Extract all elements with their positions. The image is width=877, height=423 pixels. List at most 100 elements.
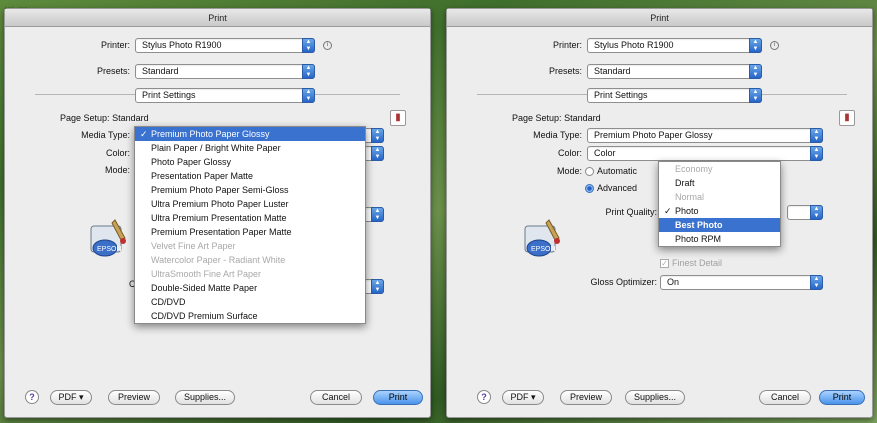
mode-label: Mode: — [104, 165, 130, 175]
advanced-label: Advanced — [597, 183, 638, 193]
page-setup-row: Page Setup: Standard — [512, 113, 601, 123]
ink-levels-icon[interactable]: ▮ — [390, 110, 406, 126]
cancel-button[interactable]: Cancel — [310, 390, 362, 405]
presets-value: Standard — [594, 66, 631, 76]
presets-popup[interactable]: Standard ▲ ▼ — [587, 64, 762, 79]
popup-arrows-icon: ▲ ▼ — [371, 128, 384, 143]
menu-item-disabled: Watercolor Paper - Radiant White — [151, 255, 286, 265]
presets-popup[interactable]: Standard ▲ ▼ — [135, 64, 315, 79]
print-quality-menu: Economy Draft Normal ✓ Photo Best Photo P… — [658, 161, 781, 247]
popup-arrows-icon: ▲ ▼ — [810, 205, 823, 220]
menu-item[interactable]: ✓ Photo — [659, 204, 780, 218]
pdf-button[interactable]: PDF ▾ — [50, 390, 92, 405]
popup-arrows-icon: ▲ ▼ — [302, 88, 315, 103]
printer-info-icon[interactable]: i — [770, 41, 779, 50]
print-button[interactable]: Print — [819, 390, 865, 405]
help-button[interactable]: ? — [477, 390, 491, 404]
popup-arrows-icon: ▲ ▼ — [749, 64, 762, 79]
menu-item[interactable]: Premium Photo Paper Semi-Gloss — [135, 183, 365, 197]
printer-label: Printer: — [100, 40, 130, 50]
print-dialog-left: Print Printer: Stylus Photo R1900 ▲ ▼ i P… — [4, 8, 431, 418]
print-quality-label: Print Quality: — [605, 207, 657, 217]
preview-button[interactable]: Preview — [560, 390, 612, 405]
media-type-value: Premium Photo Paper Glossy — [594, 130, 713, 140]
printer-label: Printer: — [552, 40, 582, 50]
popup-arrows-icon: ▲ ▼ — [371, 207, 384, 222]
popup-arrows-icon: ▲ ▼ — [371, 146, 384, 161]
color-value: Color — [594, 148, 616, 158]
printer-popup[interactable]: Stylus Photo R1900 ▲ ▼ — [587, 38, 762, 53]
menu-item[interactable]: Premium Presentation Paper Matte — [135, 225, 365, 239]
menu-item-disabled: UltraSmooth Fine Art Paper — [151, 269, 262, 279]
menu-item[interactable]: Plain Paper / Bright White Paper — [135, 141, 365, 155]
dialog-title: Print — [447, 9, 872, 27]
media-type-popup[interactable]: Premium Photo Paper Glossy ▲ ▼ — [587, 128, 823, 143]
dialog-title: Print — [5, 9, 430, 27]
popup-arrows-icon: ▲ ▼ — [810, 275, 823, 290]
supplies-button[interactable]: Supplies... — [625, 390, 685, 405]
printer-value: Stylus Photo R1900 — [594, 40, 674, 50]
finest-detail-checkbox[interactable]: ✓ — [660, 259, 669, 268]
menu-item[interactable]: Photo Paper Glossy — [135, 155, 365, 169]
color-label: Color: — [557, 148, 582, 158]
finest-detail-label: Finest Detail — [672, 258, 723, 268]
menu-item-disabled: Velvet Fine Art Paper — [151, 241, 236, 251]
popup-arrows-icon: ▲ ▼ — [302, 38, 315, 53]
menu-item[interactable]: ✓ Premium Photo Paper Glossy — [135, 127, 365, 141]
panel-popup[interactable]: Print Settings ▲ ▼ — [135, 88, 315, 103]
menu-item[interactable]: Draft — [659, 176, 780, 190]
epson-printer-icon: EPSON — [524, 219, 560, 257]
menu-item[interactable]: Ultra Premium Presentation Matte — [135, 211, 365, 225]
media-type-label: Media Type: — [533, 130, 582, 140]
menu-item[interactable]: Presentation Paper Matte — [135, 169, 365, 183]
automatic-radio[interactable] — [585, 167, 594, 176]
svg-text:EPSON: EPSON — [531, 246, 556, 253]
media-type-menu: ✓ Premium Photo Paper Glossy Plain Paper … — [134, 126, 366, 324]
popup-arrows-icon: ▲ ▼ — [371, 279, 384, 294]
advanced-radio[interactable] — [585, 184, 594, 193]
epson-printer-icon: EPSON — [90, 219, 126, 257]
color-popup[interactable]: Color ▲ ▼ — [587, 146, 823, 161]
menu-item[interactable]: Double-Sided Matte Paper — [135, 281, 365, 295]
menu-item[interactable]: Photo RPM — [659, 232, 780, 246]
ink-levels-icon[interactable]: ▮ — [839, 110, 855, 126]
menu-item[interactable]: CD/DVD — [135, 295, 365, 309]
menu-item-highlighted[interactable]: Best Photo — [659, 218, 780, 232]
panel-value: Print Settings — [142, 90, 196, 100]
pdf-button[interactable]: PDF ▾ — [502, 390, 544, 405]
popup-arrows-icon: ▲ ▼ — [749, 38, 762, 53]
check-icon: ✓ — [664, 206, 672, 216]
page-setup-label: Page Setup: — [512, 113, 562, 123]
presets-value: Standard — [142, 66, 179, 76]
print-quality-popup[interactable]: ▲ ▼ — [787, 205, 823, 220]
menu-item[interactable]: CD/DVD Premium Surface — [135, 309, 365, 323]
gloss-optimizer-value: On — [667, 277, 680, 287]
page-setup-value: Standard — [564, 113, 601, 123]
gloss-optimizer-popup[interactable]: On ▲ ▼ — [660, 275, 823, 290]
popup-arrows-icon: ▲ ▼ — [810, 128, 823, 143]
panel-popup[interactable]: Print Settings ▲ ▼ — [587, 88, 762, 103]
presets-label: Presets: — [548, 66, 582, 76]
panel-value: Print Settings — [594, 90, 648, 100]
mode-label: Mode: — [556, 166, 582, 176]
help-button[interactable]: ? — [25, 390, 39, 404]
color-label: Color: — [105, 148, 130, 158]
supplies-button[interactable]: Supplies... — [175, 390, 235, 405]
cancel-button[interactable]: Cancel — [759, 390, 811, 405]
menu-item[interactable]: Ultra Premium Photo Paper Luster — [135, 197, 365, 211]
printer-popup[interactable]: Stylus Photo R1900 ▲ ▼ — [135, 38, 315, 53]
preview-button[interactable]: Preview — [108, 390, 160, 405]
popup-arrows-icon: ▲ ▼ — [749, 88, 762, 103]
page-setup-label: Page Setup: — [60, 113, 110, 123]
printer-info-icon[interactable]: i — [323, 41, 332, 50]
presets-label: Presets: — [96, 66, 130, 76]
automatic-label: Automatic — [597, 166, 638, 176]
check-icon: ✓ — [140, 129, 148, 139]
print-button[interactable]: Print — [373, 390, 423, 405]
menu-item-disabled: Economy — [675, 164, 713, 174]
page-setup-row: Page Setup: Standard — [60, 113, 149, 123]
media-type-label: Media Type: — [81, 130, 130, 140]
gloss-optimizer-label: Gloss Optimizer: — [590, 277, 657, 287]
printer-value: Stylus Photo R1900 — [142, 40, 222, 50]
menu-item-disabled: Normal — [675, 192, 705, 202]
